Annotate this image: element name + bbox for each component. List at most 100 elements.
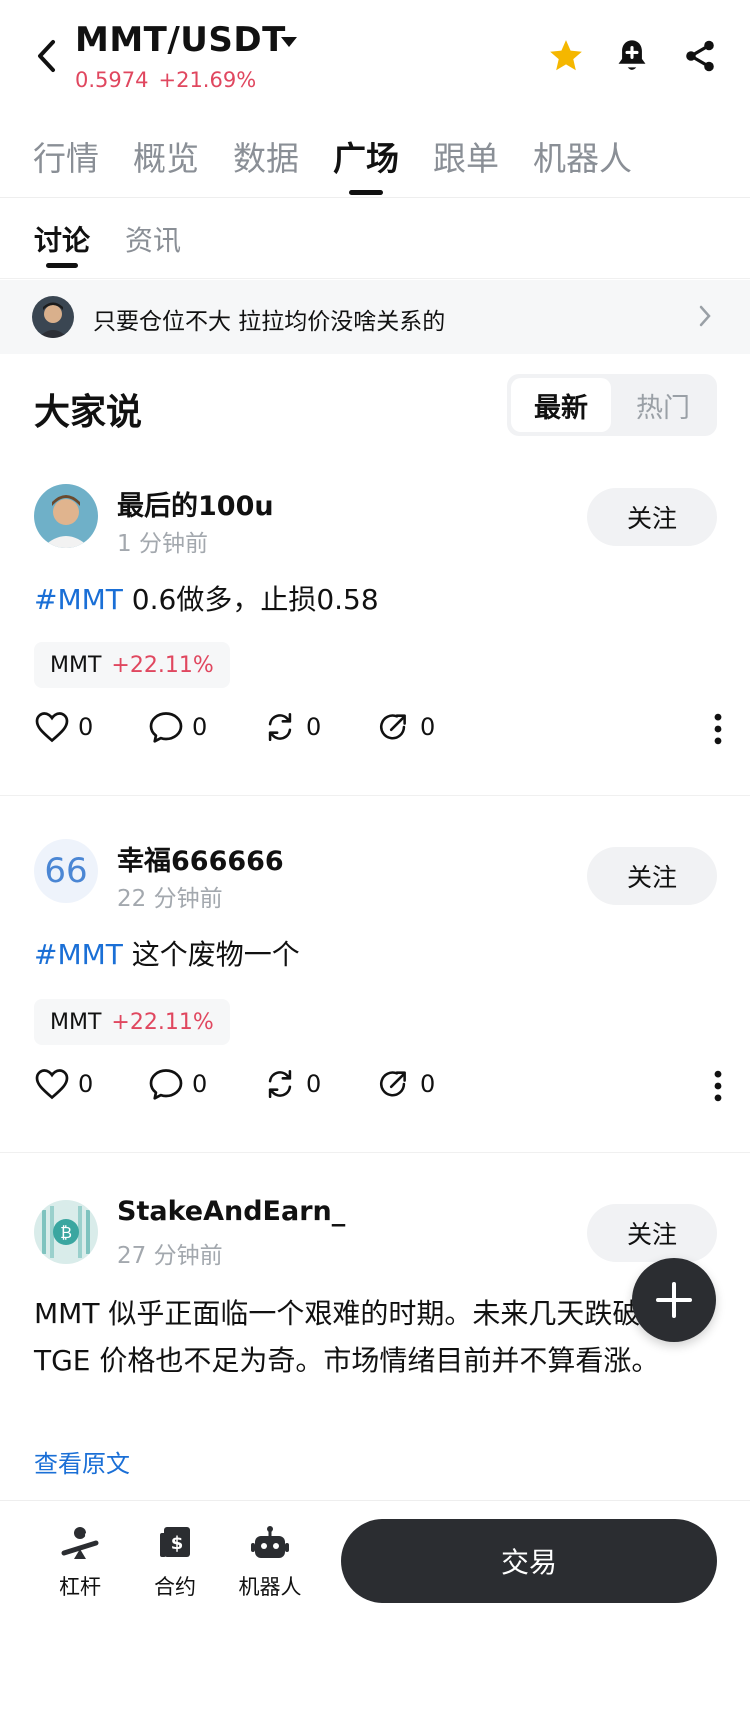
follow-button[interactable]: 关注 (587, 1204, 717, 1262)
avatar[interactable]: 66 (34, 839, 98, 903)
post-time: 27 分钟前 (117, 1243, 223, 1269)
share-arrow-icon (379, 1071, 406, 1097)
repost-count: 0 (306, 1070, 322, 1098)
follow-button[interactable]: 关注 (587, 488, 717, 546)
more-icon[interactable] (712, 1069, 724, 1107)
pair-title[interactable]: MMT/USDT (75, 20, 286, 60)
tab-market[interactable]: 行情 (33, 132, 99, 180)
main-tabs: 行情 概览 数据 广场 跟单 机器人 (0, 118, 750, 198)
like-count: 0 (78, 1070, 94, 1098)
like-button[interactable]: 0 (34, 710, 93, 744)
banner-text: 只要仓位不大 拉拉均价没啥关系的 (93, 309, 446, 335)
repost-count: 0 (306, 713, 322, 741)
post-time: 1 分钟前 (117, 531, 208, 557)
contract-icon: $ (135, 1523, 215, 1563)
repost-button[interactable]: 0 (262, 1067, 321, 1101)
coin-chip[interactable]: MMT +22.11% (34, 999, 230, 1045)
subtab-indicator (46, 263, 78, 268)
tab-overview[interactable]: 概览 (133, 132, 199, 180)
tab-square[interactable]: 广场 (333, 132, 399, 180)
author-name[interactable]: 幸福666666 (117, 839, 284, 878)
avatar-text: 66 (44, 851, 88, 891)
tab-bot[interactable]: 机器人 (533, 132, 632, 180)
comment-count: 0 (192, 713, 208, 741)
view-original-link[interactable]: 查看原文 (34, 1444, 130, 1479)
trade-button[interactable]: 交易 (341, 1519, 717, 1603)
comment-icon (149, 1069, 183, 1100)
pinned-banner[interactable]: 只要仓位不大 拉拉均价没啥关系的 (0, 280, 750, 354)
post-text: 0.6做多，止损0.58 (122, 583, 379, 616)
bell-add-icon[interactable] (612, 36, 652, 76)
post-time: 22 分钟前 (117, 886, 223, 912)
caret-down-icon[interactable] (280, 33, 298, 52)
sort-toggle: 最新 热门 (507, 374, 717, 436)
svg-text:₿: ₿ (60, 1223, 72, 1242)
subtab-news[interactable]: 资讯 (125, 219, 181, 259)
coin-symbol: MMT (50, 652, 102, 678)
chevron-right-icon (698, 304, 712, 332)
header: MMT/USDT 0.5974 +21.69% (0, 0, 750, 110)
leverage-label: 杠杆 (59, 1575, 101, 1599)
author-name[interactable]: StakeAndEarn_ (117, 1196, 345, 1227)
like-count: 0 (78, 713, 94, 741)
more-icon[interactable] (712, 712, 724, 750)
like-button[interactable]: 0 (34, 1067, 93, 1101)
leverage-button[interactable]: 杠杆 (40, 1523, 120, 1601)
post-card: 66 幸福666666 22 分钟前 关注 #MMT 这个废物一个 MMT +22… (0, 797, 750, 1153)
sort-latest[interactable]: 最新 (511, 378, 611, 432)
plus-icon (656, 1282, 692, 1318)
share-button[interactable]: 0 (376, 710, 435, 744)
avatar[interactable]: ₿ (34, 1200, 98, 1264)
author-name[interactable]: 最后的100u (117, 484, 274, 523)
share-count: 0 (420, 1070, 436, 1098)
post-content[interactable]: #MMT 0.6做多，止损0.58 (34, 576, 714, 623)
heart-icon (35, 712, 69, 743)
coin-change: +22.11% (111, 652, 214, 678)
comment-icon (149, 712, 183, 743)
post-content[interactable]: MMT 似乎正面临一个艰难的时期。未来几天跌破其 TGE 价格也不足为奇。市场情… (34, 1290, 720, 1384)
share-icon[interactable] (680, 36, 720, 76)
hashtag[interactable]: #MMT (34, 938, 123, 971)
share-button[interactable]: 0 (376, 1067, 435, 1101)
tab-data[interactable]: 数据 (233, 132, 299, 180)
follow-button[interactable]: 关注 (587, 847, 717, 905)
hashtag[interactable]: #MMT (34, 583, 123, 616)
comment-button[interactable]: 0 (148, 710, 207, 744)
comment-count: 0 (192, 1070, 208, 1098)
post-card: 最后的100u 1 分钟前 关注 #MMT 0.6做多，止损0.58 MMT +2… (0, 458, 750, 796)
svg-text:$: $ (171, 1533, 184, 1554)
contract-button[interactable]: $ 合约 (135, 1523, 215, 1601)
leverage-icon (40, 1523, 120, 1563)
sub-tabs: 讨论 资讯 (0, 199, 750, 279)
post-actions: 0 0 0 0 (34, 710, 724, 750)
post-actions: 0 0 0 0 (34, 1067, 724, 1107)
pair-price: 0.5974 +21.69% (75, 68, 266, 92)
repost-icon (268, 1069, 292, 1099)
robot-icon (230, 1523, 310, 1563)
repost-button[interactable]: 0 (262, 710, 321, 744)
share-count: 0 (420, 713, 436, 741)
tab-indicator (349, 190, 383, 195)
bottom-bar: 杠杆 $ 合约 机器人 交易 (0, 1500, 750, 1714)
back-arrow-icon[interactable] (30, 36, 62, 76)
avatar[interactable] (34, 484, 98, 548)
post-content[interactable]: #MMT 这个废物一个 (34, 931, 714, 978)
post-card: ₿ StakeAndEarn_ 27 分钟前 关注 MMT 似乎正面临一个艰难的… (0, 1154, 750, 1500)
subtab-discussion[interactable]: 讨论 (34, 219, 90, 259)
robot-button[interactable]: 机器人 (230, 1523, 310, 1601)
create-post-button[interactable] (632, 1258, 716, 1342)
share-arrow-icon (379, 714, 406, 740)
post-text: 这个废物一个 (122, 938, 300, 971)
tab-copy-trade[interactable]: 跟单 (433, 132, 499, 180)
star-icon[interactable] (546, 36, 586, 76)
comment-button[interactable]: 0 (148, 1067, 207, 1101)
avatar (32, 296, 74, 338)
price-change: +21.69% (158, 68, 257, 92)
sort-hot[interactable]: 热门 (613, 378, 713, 432)
repost-icon (268, 712, 292, 742)
coin-symbol: MMT (50, 1009, 102, 1035)
coin-chip[interactable]: MMT +22.11% (34, 642, 230, 688)
heart-icon (35, 1069, 69, 1100)
section-title: 大家说 (34, 392, 143, 433)
robot-label: 机器人 (238, 1575, 302, 1599)
